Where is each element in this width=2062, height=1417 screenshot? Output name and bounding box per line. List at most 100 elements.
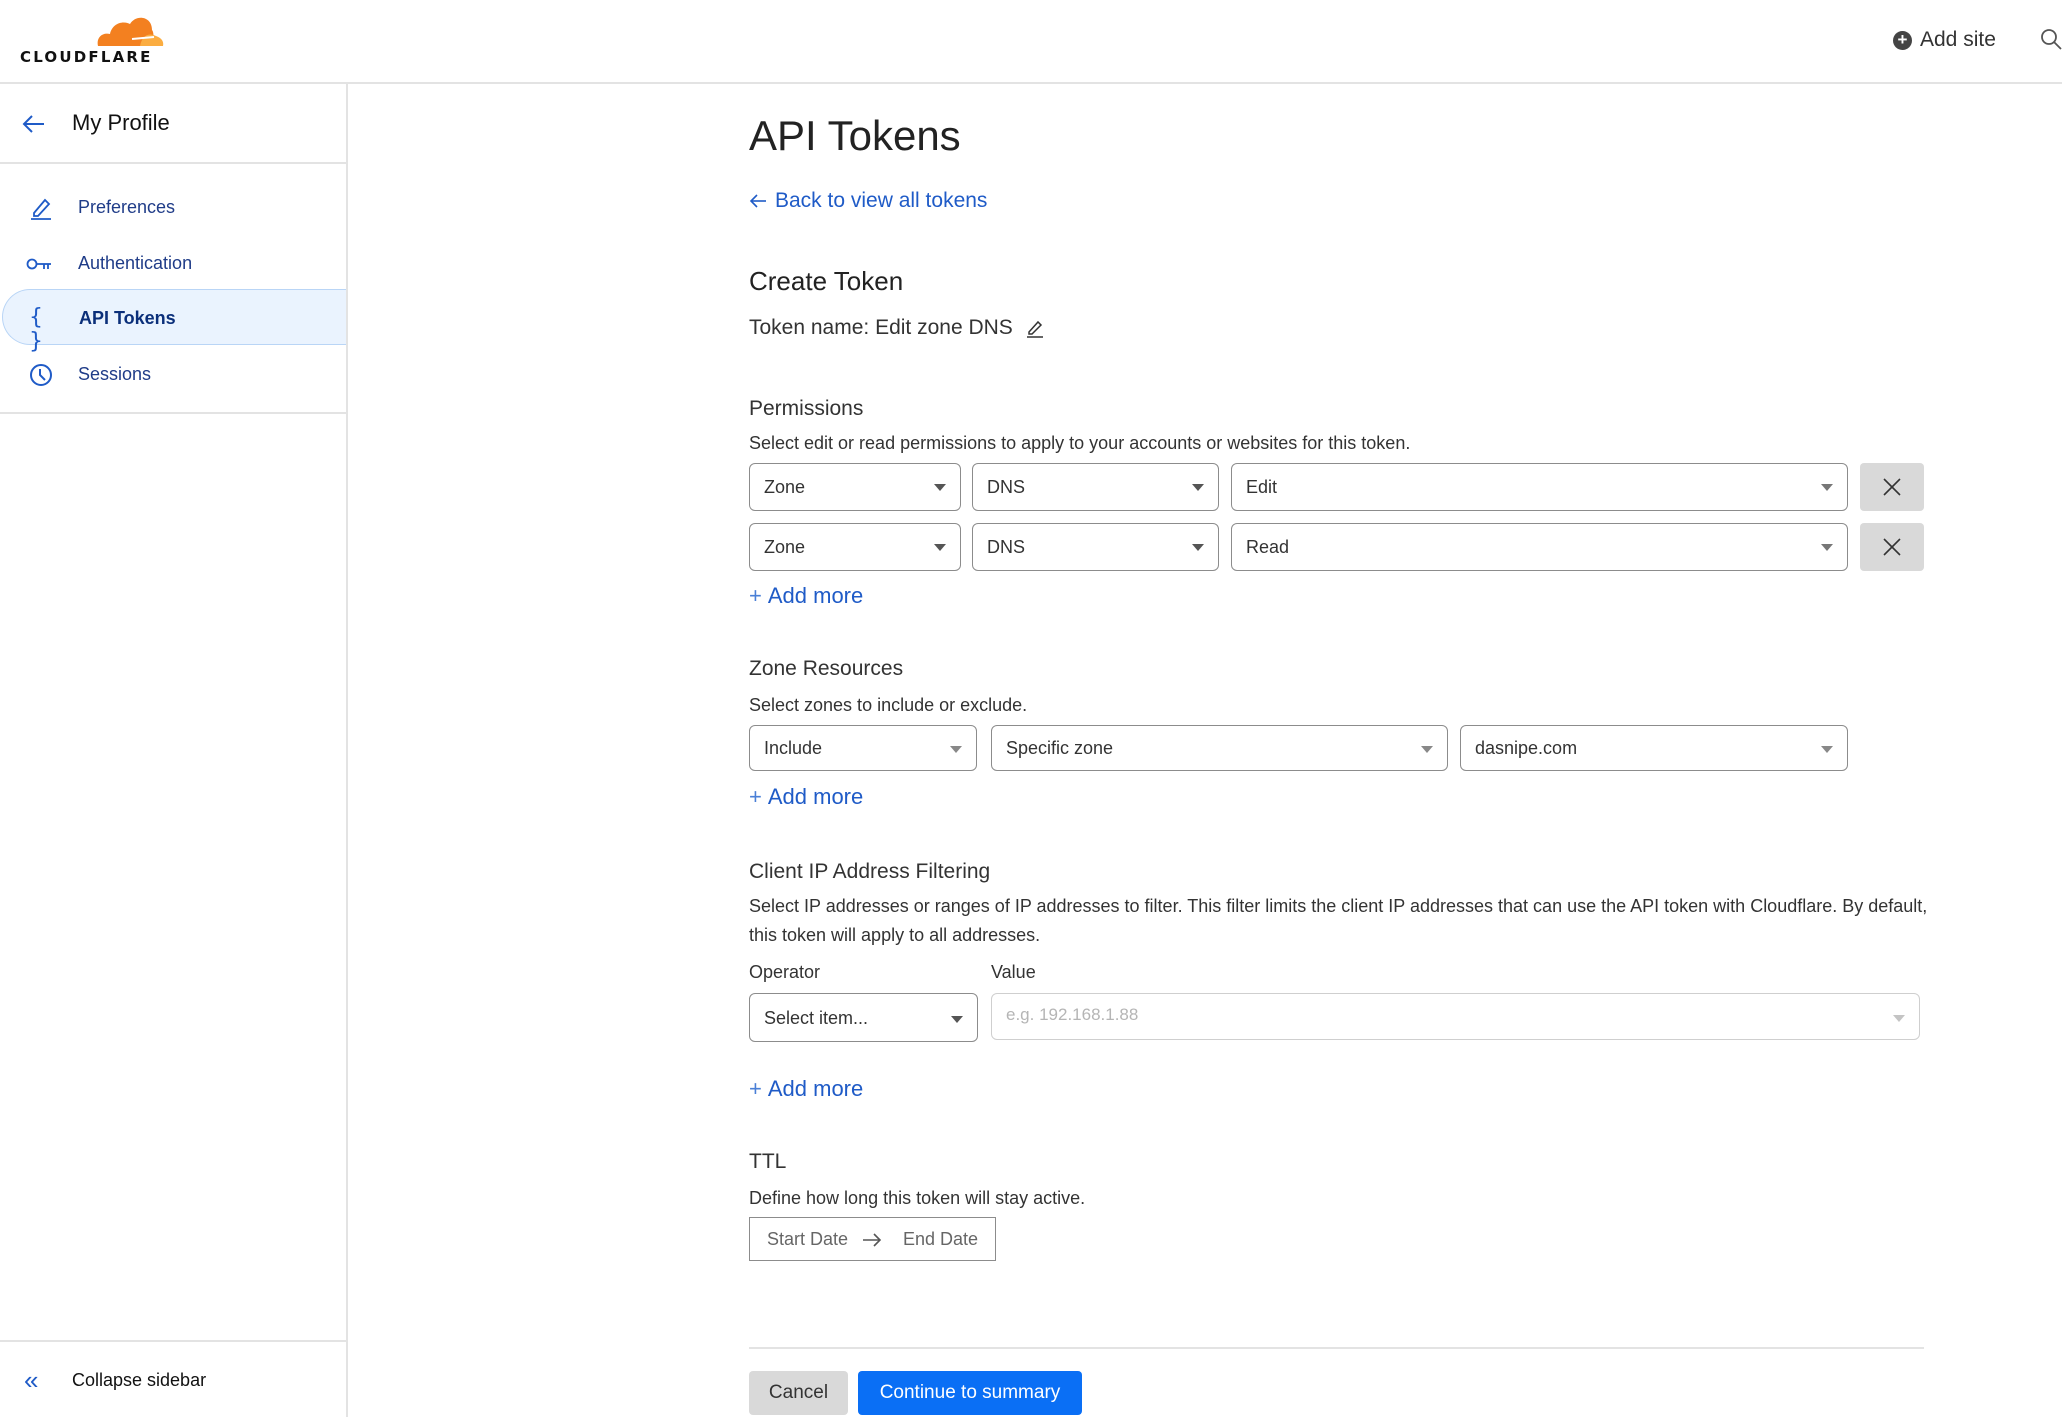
close-icon xyxy=(1883,538,1901,556)
ttl-heading: TTL xyxy=(749,1150,787,1173)
add-zone-resource-button[interactable]: + Add more xyxy=(749,784,863,810)
cloudflare-logo[interactable]: CLOUDFLARE xyxy=(20,12,170,66)
plus-icon: + xyxy=(749,583,762,608)
caret-down-icon xyxy=(1821,484,1833,491)
caret-down-icon xyxy=(1192,484,1204,491)
edit-pencil-icon[interactable] xyxy=(1025,318,1045,338)
add-site-label: Add site xyxy=(1920,28,1996,51)
sidebar-item-authentication[interactable]: Authentication xyxy=(2,235,346,291)
remove-permission-button[interactable] xyxy=(1860,523,1924,571)
plus-icon: + xyxy=(749,1076,762,1101)
zone-resources-heading: Zone Resources xyxy=(749,657,904,680)
permission-resource-select[interactable]: DNS xyxy=(972,463,1219,511)
braces-icon: { } xyxy=(29,305,43,354)
back-link-label: Back to view all tokens xyxy=(775,189,988,212)
add-site-button[interactable]: + Add site xyxy=(1893,28,1996,52)
arrow-left-icon xyxy=(749,194,766,208)
permission-access-select[interactable]: Read xyxy=(1231,523,1848,571)
arrow-right-icon xyxy=(863,1233,882,1247)
add-more-label: Add more xyxy=(767,583,864,608)
caret-down-icon xyxy=(1821,544,1833,551)
caret-down-icon xyxy=(1421,746,1433,753)
cancel-button[interactable]: Cancel xyxy=(749,1371,848,1415)
caret-down-icon xyxy=(934,544,946,551)
select-value: Edit xyxy=(1246,477,1278,497)
add-more-label: Add more xyxy=(767,1076,864,1101)
permission-scope-select[interactable]: Zone xyxy=(749,523,961,571)
remove-permission-button[interactable] xyxy=(1860,463,1924,511)
add-permission-button[interactable]: + Add more xyxy=(749,583,863,609)
clock-icon xyxy=(30,364,52,386)
select-value: Zone xyxy=(764,477,806,497)
value-label: Value xyxy=(991,962,1036,982)
sidebar-item-preferences[interactable]: Preferences xyxy=(2,179,346,235)
close-icon xyxy=(1883,478,1901,496)
ip-value-input[interactable]: e.g. 192.168.1.88 xyxy=(991,993,1920,1040)
caret-down-icon xyxy=(950,746,962,753)
select-value: Specific zone xyxy=(1006,738,1114,758)
zone-select[interactable]: dasnipe.com xyxy=(1460,725,1848,771)
permissions-heading: Permissions xyxy=(749,397,864,420)
zone-type-select[interactable]: Specific zone xyxy=(991,725,1448,771)
select-placeholder: Select item... xyxy=(764,1008,869,1028)
token-name: Token name: Edit zone DNS xyxy=(749,316,1045,340)
ttl-description: Define how long this token will stay act… xyxy=(749,1188,1086,1208)
collapse-sidebar-button[interactable]: « Collapse sidebar xyxy=(24,1365,206,1395)
add-ip-filter-button[interactable]: + Add more xyxy=(749,1076,863,1102)
ip-filtering-description: Select IP addresses or ranges of IP addr… xyxy=(749,896,1928,945)
zone-include-select[interactable]: Include xyxy=(749,725,977,771)
create-token-heading: Create Token xyxy=(749,266,904,296)
continue-to-summary-button[interactable]: Continue to summary xyxy=(858,1371,1082,1415)
cloud-logo-icon xyxy=(97,17,164,46)
sidebar-item-label: Sessions xyxy=(78,364,152,384)
sidebar-item-label: API Tokens xyxy=(79,308,176,328)
sidebar-divider xyxy=(0,1340,346,1342)
sidebar-divider xyxy=(0,412,346,414)
double-chevron-left-icon: « xyxy=(24,1365,39,1395)
caret-down-icon xyxy=(1192,544,1204,551)
plus-circle-icon: + xyxy=(1893,30,1912,50)
operator-select[interactable]: Select item... xyxy=(749,993,978,1042)
select-value: DNS xyxy=(987,477,1026,497)
sidebar-item-sessions[interactable]: Sessions xyxy=(2,346,346,402)
sidebar-item-label: Authentication xyxy=(78,253,193,273)
key-icon xyxy=(26,258,51,270)
caret-down-icon xyxy=(951,1016,963,1023)
token-name-label: Token name: Edit zone DNS xyxy=(749,316,1013,339)
ttl-date-range-picker[interactable]: Start Date End Date xyxy=(749,1217,996,1261)
select-value: dasnipe.com xyxy=(1475,738,1578,758)
caret-down-icon xyxy=(1893,1015,1905,1022)
permissions-description: Select edit or read permissions to apply… xyxy=(749,433,1411,453)
select-value: Zone xyxy=(764,537,806,557)
sidebar: My Profile Preferences Authentication { … xyxy=(0,84,348,1417)
footer-divider xyxy=(749,1347,1924,1349)
sidebar-item-api-tokens[interactable]: { } API Tokens xyxy=(2,289,346,354)
end-date-placeholder[interactable]: End Date xyxy=(903,1229,978,1250)
profile-title: My Profile xyxy=(72,110,170,135)
sidebar-item-label: Preferences xyxy=(78,197,176,217)
select-value: Include xyxy=(764,738,823,758)
permission-resource-select[interactable]: DNS xyxy=(972,523,1219,571)
caret-down-icon xyxy=(934,484,946,491)
profile-header: My Profile xyxy=(0,84,346,164)
back-arrow-icon[interactable] xyxy=(20,110,48,138)
search-icon[interactable] xyxy=(2040,28,2062,52)
top-header: CLOUDFLARE + Add site xyxy=(0,0,2062,84)
plus-icon: + xyxy=(749,784,762,809)
caret-down-icon xyxy=(1821,746,1833,753)
select-value: Read xyxy=(1246,537,1290,557)
zone-resources-description: Select zones to include or exclude. xyxy=(749,695,1028,715)
input-placeholder: e.g. 192.168.1.88 xyxy=(1006,1005,1139,1024)
permission-access-select[interactable]: Edit xyxy=(1231,463,1848,511)
ip-filtering-heading: Client IP Address Filtering xyxy=(749,860,991,883)
start-date-placeholder[interactable]: Start Date xyxy=(767,1229,848,1250)
logo-text: CLOUDFLARE xyxy=(20,48,153,66)
page-title: API Tokens xyxy=(749,112,961,159)
operator-label: Operator xyxy=(749,962,821,982)
select-value: DNS xyxy=(987,537,1026,557)
back-to-tokens-link[interactable]: Back to view all tokens xyxy=(749,189,987,213)
collapse-sidebar-label: Collapse sidebar xyxy=(72,1370,207,1390)
permission-scope-select[interactable]: Zone xyxy=(749,463,961,511)
add-more-label: Add more xyxy=(767,784,864,809)
pencil-icon xyxy=(31,198,51,220)
